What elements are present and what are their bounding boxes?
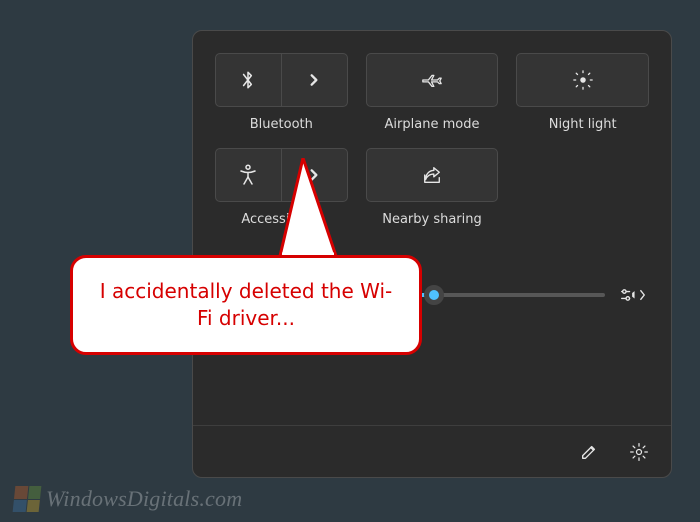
airplane-toggle[interactable] <box>366 53 499 107</box>
gear-icon <box>629 442 649 462</box>
accessibility-toggle[interactable] <box>216 149 282 201</box>
tile-group-airplane: Airplane mode <box>366 53 499 132</box>
slider-thumb[interactable] <box>424 285 444 305</box>
watermark-text: WindowsDigitals.com <box>46 486 242 512</box>
accessibility-expand[interactable] <box>282 149 347 201</box>
airplane-label: Airplane mode <box>366 117 499 132</box>
accessibility-icon <box>238 164 258 186</box>
night-light-icon <box>572 69 594 91</box>
nearby-sharing-toggle[interactable] <box>366 148 499 202</box>
accessibility-label: Accessibility <box>215 212 348 227</box>
bluetooth-icon <box>239 69 257 91</box>
bluetooth-toggle[interactable] <box>216 54 282 106</box>
tile-group-nightlight: Night light <box>516 53 649 132</box>
bluetooth-tile <box>215 53 348 107</box>
watermark-logo-icon <box>13 486 42 512</box>
watermark: WindowsDigitals.com <box>14 486 242 512</box>
callout-text: I accidentally deleted the Wi-Fi driver.… <box>95 278 397 332</box>
chevron-right-icon <box>307 73 321 87</box>
volume-output-expand[interactable] <box>619 281 647 309</box>
quick-settings-panel: Bluetooth Airplane mode Ni <box>192 30 672 478</box>
pencil-icon <box>580 443 598 461</box>
nearby-sharing-label: Nearby sharing <box>366 212 499 227</box>
volume-expand-icon <box>620 285 646 305</box>
edit-quick-settings-button[interactable] <box>575 438 603 466</box>
night-light-toggle[interactable] <box>516 53 649 107</box>
accessibility-tile <box>215 148 348 202</box>
annotation-callout: I accidentally deleted the Wi-Fi driver.… <box>70 255 422 355</box>
share-icon <box>421 165 443 185</box>
quick-settings-tiles: Bluetooth Airplane mode Ni <box>215 53 649 227</box>
airplane-icon <box>421 69 443 91</box>
panel-footer <box>193 425 671 477</box>
tile-group-accessibility: Accessibility <box>215 148 348 227</box>
open-settings-button[interactable] <box>625 438 653 466</box>
bluetooth-label: Bluetooth <box>215 117 348 132</box>
tile-group-bluetooth: Bluetooth <box>215 53 348 132</box>
bluetooth-expand[interactable] <box>282 54 347 106</box>
tile-group-nearby: Nearby sharing <box>366 148 499 227</box>
night-light-label: Night light <box>516 117 649 132</box>
chevron-right-icon <box>307 168 321 182</box>
